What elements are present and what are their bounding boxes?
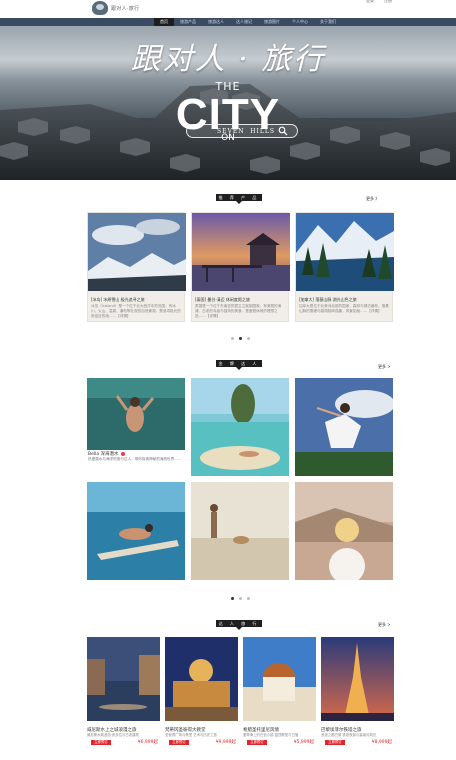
expert-photo-dancer[interactable] [295, 378, 393, 476]
product-desc: 泰国是一个位于东南亚的君主立宪制国家，有美丽的海滩、古老的寺庙与独特的美食，是度… [195, 304, 282, 318]
product-image-iceland [88, 213, 186, 291]
nav-item-home[interactable]: 首页 [154, 18, 174, 26]
travel-desc: 浪漫之都巴黎 铁塔夜景与塞纳河风光 [321, 733, 377, 737]
book-button[interactable]: 立即预订 [91, 740, 111, 745]
travel-card[interactable]: 希腊圣托里尼风情 爱琴海上的白色小镇 蓝顶教堂与日落 立即预订 ¥5,999起 [243, 637, 316, 748]
travel-price: ¥5,999起 [293, 740, 314, 745]
travel-name: 希腊圣托里尼风情 [243, 728, 279, 733]
travel-image-venice [87, 637, 160, 721]
carousel-dot[interactable] [239, 597, 242, 600]
nav-item-experts[interactable]: 旅游达人 [202, 18, 230, 26]
product-desc: 加拿大是位于北美洲北部的国家，森林与湖泊遍布，落基山脉的雪峰与碧湖相映成趣，风景… [299, 304, 389, 313]
products-more-link[interactable]: 更多 》 [366, 196, 379, 202]
account-links: 登录 注册 [366, 0, 392, 4]
travel-card[interactable]: 巴黎埃菲尔铁塔之旅 浪漫之都巴黎 铁塔夜景与塞纳河风光 立即预订 ¥8,999起 [321, 637, 394, 748]
carousel-dot[interactable] [231, 597, 234, 600]
travel-more-link[interactable]: 更多 > [378, 622, 391, 628]
nav-item-photos[interactable]: 旅游图片 [258, 18, 286, 26]
product-image-thailand [192, 213, 290, 291]
travel-name: 巴黎埃菲尔铁塔之旅 [321, 728, 362, 733]
people-more-link[interactable]: 更多 > [378, 364, 391, 370]
travel-desc: 圣彼得广场与教堂 艺术与历史之旅 [165, 733, 217, 737]
travel-price: ¥6,999起 [137, 740, 158, 745]
hero-title: 跟对人 · 旅行 [130, 42, 326, 77]
expert-photo-diver[interactable] [87, 378, 185, 450]
nav-item-about[interactable]: 关于我们 [314, 18, 342, 26]
travel-desc: 爱琴海上的白色小镇 蓝顶教堂与日落 [243, 733, 299, 737]
product-image-canada [296, 213, 394, 291]
brand-name: 跟对人·旅行 [111, 5, 140, 12]
travel-image-santorini [243, 637, 316, 721]
main-nav: 首页 旅游产品 旅游达人 达人旅记 旅游图片 个人中心 关于我们 [0, 18, 456, 26]
expert-caption: Bella 深海潜水 热爱潜水与海洋的旅行达人，带你探索神秘的海底世界…… [88, 451, 184, 462]
site-logo[interactable]: 跟对人·旅行 [92, 1, 139, 15]
carousel-dot[interactable] [247, 337, 250, 340]
nav-item-products[interactable]: 旅游产品 [174, 18, 202, 26]
nav-item-account[interactable]: 个人中心 [286, 18, 314, 26]
carousel-dot[interactable] [231, 337, 234, 340]
travel-image-vatican [165, 637, 238, 721]
book-button[interactable]: 立即预订 [169, 740, 189, 745]
register-link[interactable]: 注册 [384, 0, 392, 4]
product-title: [加拿大] 落基山脉 湖光山色之旅 [299, 297, 357, 302]
travel-price: ¥8,999起 [371, 740, 392, 745]
products-carousel-dots [231, 337, 250, 340]
book-button[interactable]: 立即预订 [247, 740, 267, 745]
expert-photo-surfer[interactable] [87, 482, 185, 580]
logo-icon [92, 1, 108, 15]
carousel-dot[interactable] [239, 337, 242, 340]
product-card[interactable]: [冰岛] 冰原雪山 极光追寻之旅 冰岛（Iceland）是一个位于北大西洋中的岛… [87, 212, 186, 322]
carousel-dot[interactable] [247, 597, 250, 600]
expert-photo-beach-dog[interactable] [191, 482, 289, 580]
people-carousel-dots [231, 597, 250, 600]
travel-card[interactable]: 梵蒂冈圣彼得大教堂 圣彼得广场与教堂 艺术与历史之旅 立即预订 ¥9,999起 [165, 637, 238, 748]
product-title: [冰岛] 冰原雪山 极光追寻之旅 [91, 297, 145, 302]
product-card[interactable]: [泰国] 曼谷·清迈 休闲度假之旅 泰国是一个位于东南亚的君主立宪制国家，有美丽… [191, 212, 290, 322]
travel-card[interactable]: 威尼斯水上之城浪漫之旅 威尼斯水城漫游·贡多拉与古老建筑 立即预订 ¥6,999… [87, 637, 160, 748]
product-title: [泰国] 曼谷·清迈 休闲度假之旅 [195, 297, 250, 302]
people-heading: 金 牌 达 人 [216, 360, 262, 370]
travel-heading: 达 人 旅 行 [216, 620, 262, 630]
travel-desc: 威尼斯水城漫游·贡多拉与古老建筑 [87, 733, 139, 737]
travel-name: 威尼斯水上之城浪漫之旅 [87, 728, 137, 733]
travel-name: 梵蒂冈圣彼得大教堂 [165, 728, 206, 733]
search-icon[interactable] [278, 126, 288, 136]
hero-banner: 跟对人 · 旅行 THE CITY ON [0, 26, 456, 180]
login-link[interactable]: 登录 [366, 0, 374, 4]
product-card[interactable]: [加拿大] 落基山脉 湖光山色之旅 加拿大是位于北美洲北部的国家，森林与湖泊遍布… [295, 212, 394, 322]
travel-image-paris [321, 637, 394, 721]
hot-badge-icon [120, 452, 125, 456]
expert-photo-blonde[interactable] [295, 482, 393, 580]
products-heading: 推 荐 产 品 [216, 194, 262, 204]
product-desc: 冰岛（Iceland）是一个位于北大西洋中的岛国，有冰川、火山、温泉、瀑布等壮观… [91, 304, 181, 318]
book-button[interactable]: 立即预订 [325, 740, 345, 745]
top-bar: 跟对人·旅行 登录 注册 [0, 0, 456, 18]
expert-photo-lagoon[interactable] [191, 378, 289, 476]
nav-item-journals[interactable]: 达人旅记 [230, 18, 258, 26]
travel-price: ¥9,999起 [215, 740, 236, 745]
expert-desc: 热爱潜水与海洋的旅行达人，带你探索神秘的海底世界…… [88, 457, 182, 461]
